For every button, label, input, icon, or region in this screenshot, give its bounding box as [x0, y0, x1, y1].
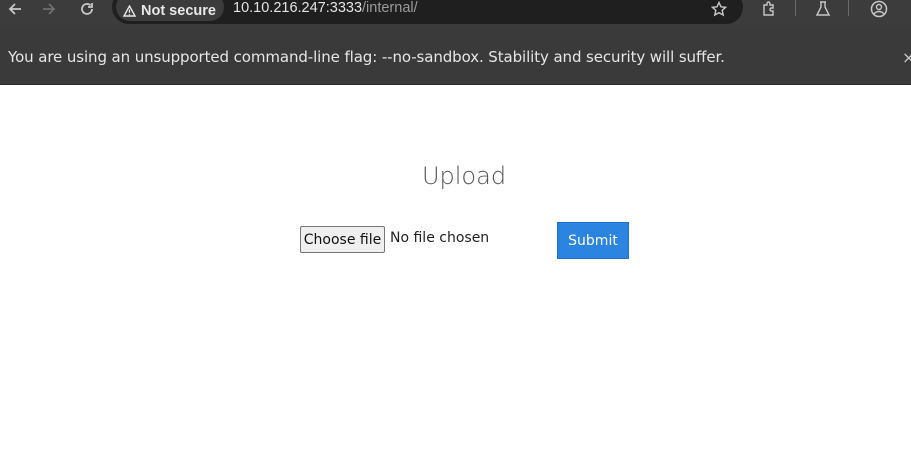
- forward-arrow-icon[interactable]: [38, 0, 60, 18]
- unsupported-flag-infobar: You are using an unsupported command-lin…: [0, 27, 911, 85]
- url-text[interactable]: 10.10.216.247:3333/internal/: [233, 0, 418, 16]
- url-host: 10.10.216.247:3333: [233, 0, 363, 16]
- toolbar-divider: [848, 0, 849, 16]
- file-status-text: No file chosen: [390, 230, 490, 246]
- toolbar-divider: [795, 0, 796, 16]
- url-path: /internal/: [362, 0, 418, 16]
- profile-avatar-icon[interactable]: [868, 0, 890, 18]
- reload-icon[interactable]: [76, 0, 98, 18]
- labs-flask-icon[interactable]: [812, 0, 834, 18]
- infobar-message: You are using an unsupported command-lin…: [8, 48, 725, 66]
- security-label: Not secure: [141, 3, 216, 19]
- browser-toolbar: Not secure 10.10.216.247:3333/internal/: [0, 0, 911, 27]
- back-arrow-icon[interactable]: [4, 0, 26, 18]
- security-chip[interactable]: Not secure: [116, 0, 224, 21]
- bookmark-star-icon[interactable]: [708, 0, 730, 18]
- choose-file-button[interactable]: Choose file: [300, 226, 385, 253]
- submit-button[interactable]: Submit: [557, 222, 629, 259]
- page-title: Upload: [421, 162, 507, 190]
- close-icon[interactable]: ×: [902, 48, 911, 67]
- warning-triangle-icon: [123, 5, 136, 17]
- extensions-puzzle-icon[interactable]: [758, 0, 780, 18]
